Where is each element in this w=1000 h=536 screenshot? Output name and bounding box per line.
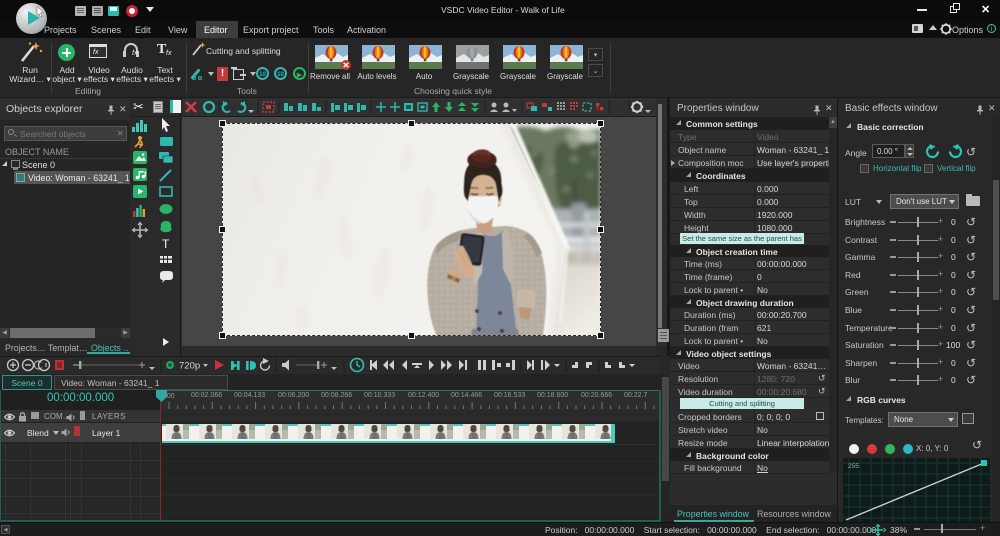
svg-text:255: 255 xyxy=(848,463,859,470)
svg-text:720p: 720p xyxy=(179,361,200,372)
svg-text:T: T xyxy=(162,237,170,251)
